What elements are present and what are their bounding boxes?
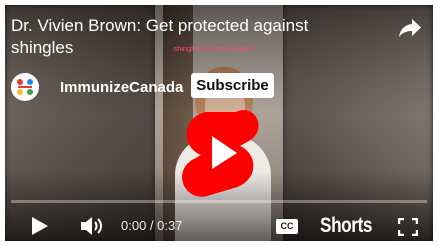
fullscreen-icon[interactable] [398, 218, 418, 236]
play-overlay-icon[interactable] [179, 106, 261, 198]
share-icon[interactable] [398, 18, 422, 38]
play-icon[interactable] [29, 216, 49, 236]
subscribe-button[interactable]: Subscribe [191, 73, 274, 98]
immunize-canada-logo-icon [11, 73, 39, 101]
channel-name[interactable]: ImmunizeCanada [60, 79, 183, 97]
volume-icon[interactable] [79, 214, 105, 238]
subtitle-caption: shingles is immunization [173, 44, 255, 53]
cc-icon[interactable]: CC [276, 219, 298, 234]
time-display: 0:00 / 0:37 [121, 218, 183, 233]
progress-bar[interactable] [11, 200, 427, 203]
channel-avatar[interactable] [11, 73, 39, 101]
shorts-button[interactable]: Shorts [320, 213, 372, 239]
